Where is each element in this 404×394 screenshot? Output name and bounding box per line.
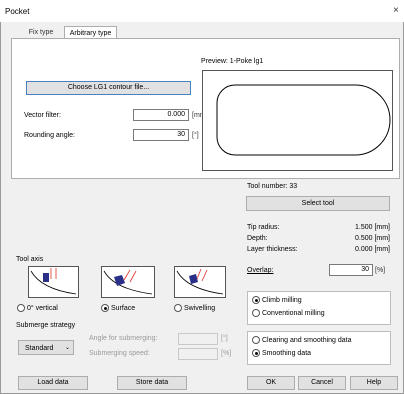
layer-thickness-value: 0.000 [mm] xyxy=(354,246,390,253)
vector-filter-input[interactable]: 0.000 xyxy=(133,109,189,121)
preview-label: Preview: 1-Poke lg1 xyxy=(201,58,264,65)
angle-submerging-input[interactable] xyxy=(178,333,218,345)
conventional-milling-radio[interactable] xyxy=(252,309,260,317)
ok-button[interactable]: OK xyxy=(247,376,295,390)
submerging-speed-input[interactable] xyxy=(178,348,218,360)
swivelling-radio[interactable] xyxy=(174,304,182,312)
vertical-axis-image[interactable] xyxy=(28,266,79,298)
overlap-unit: [%] xyxy=(375,267,386,274)
tool-axis-label: Tool axis xyxy=(16,256,44,263)
climb-milling-radio[interactable] xyxy=(252,296,260,304)
conventional-milling-label: Conventional milling xyxy=(262,310,325,317)
rounding-angle-unit: [°] xyxy=(192,132,199,139)
help-button[interactable]: Help xyxy=(350,376,398,390)
clearing-smoothing-radio[interactable] xyxy=(252,336,260,344)
surface-axis-image[interactable] xyxy=(101,266,155,298)
vertical-radio-label: 0° vertical xyxy=(27,305,58,312)
overlap-label: Overlap: xyxy=(247,267,274,274)
tip-radius-value: 1.500 [mm] xyxy=(354,224,390,231)
smoothing-data-label: Smoothing data xyxy=(262,350,312,357)
layer-thickness-label: Layer thickness: xyxy=(247,246,298,253)
chevron-down-icon: ⌄ xyxy=(65,345,71,351)
tip-radius-label: Tip radius: xyxy=(247,224,280,231)
swivelling-radio-label: Swivelling xyxy=(184,305,216,312)
angle-submerging-label: Angle for submerging: xyxy=(89,335,158,342)
angle-submerging-unit: [°] xyxy=(221,335,228,342)
choose-contour-file-button[interactable]: Choose LG1 contour file... xyxy=(26,81,191,95)
climb-milling-label: Climb milling xyxy=(262,297,302,304)
rounding-angle-input[interactable]: 30 xyxy=(133,129,189,141)
cancel-button[interactable]: Cancel xyxy=(298,376,346,390)
swivelling-axis-image[interactable] xyxy=(174,266,226,298)
clearing-smoothing-label: Clearing and smoothing data xyxy=(262,337,352,344)
title-bar xyxy=(0,0,404,22)
surface-radio[interactable] xyxy=(101,304,109,312)
surface-radio-label: Surface xyxy=(111,305,136,312)
smoothing-data-radio[interactable] xyxy=(252,349,260,357)
store-data-button[interactable]: Store data xyxy=(117,376,187,390)
submerging-speed-unit: [%] xyxy=(221,350,232,357)
window-title: Pocket xyxy=(5,7,30,16)
submerge-strategy-select[interactable]: Standard ⌄ xyxy=(18,340,74,355)
vector-filter-label: Vector filter: xyxy=(24,112,61,119)
submerge-strategy-value: Standard xyxy=(25,345,54,352)
submerge-strategy-label: Submerge strategy xyxy=(16,322,76,329)
contour-shape xyxy=(216,84,391,156)
overlap-input[interactable]: 30 xyxy=(329,264,373,276)
rounding-angle-label: Rounding angle: xyxy=(24,132,75,139)
vertical-radio[interactable] xyxy=(17,304,25,312)
depth-value: 0.500 [mm] xyxy=(354,235,390,242)
close-icon[interactable]: × xyxy=(393,5,399,16)
tool-number-label: Tool number: 33 xyxy=(247,183,298,190)
select-tool-button[interactable]: Select tool xyxy=(246,196,390,211)
submerging-speed-label: Submerging speed: xyxy=(89,350,150,357)
depth-label: Depth: xyxy=(247,235,268,242)
preview-box xyxy=(202,70,393,171)
load-data-button[interactable]: Load data xyxy=(18,376,88,390)
